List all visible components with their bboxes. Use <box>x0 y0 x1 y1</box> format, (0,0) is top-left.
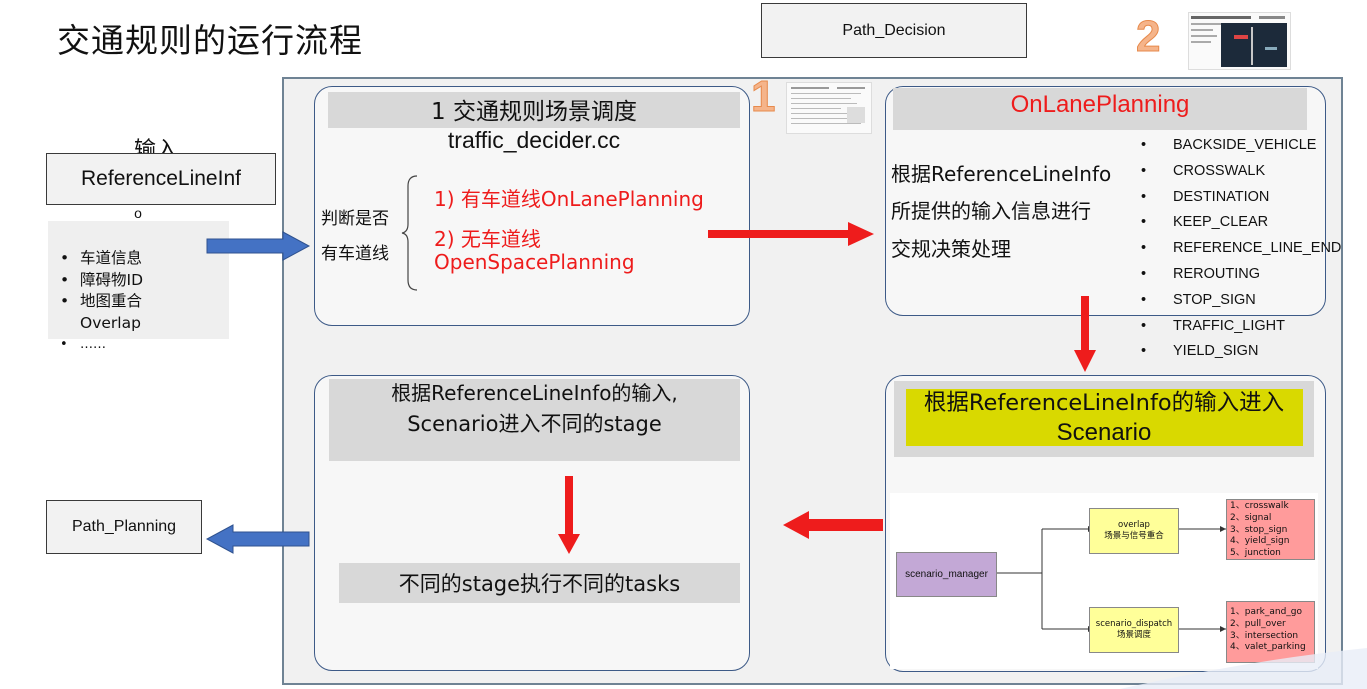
reference-line-box: ReferenceLineInf <box>46 153 276 205</box>
overlap-node: overlap 场景与信号重合 <box>1089 508 1179 554</box>
overlap-scenario-item: 5、junction <box>1230 548 1281 559</box>
thumbnail-2-image <box>1191 16 1287 67</box>
overlap-label-1: overlap <box>1118 520 1150 530</box>
brace-icon <box>401 175 418 291</box>
input-item: 车道信息 <box>56 248 216 270</box>
path-planning-label: Path_Planning <box>71 518 177 535</box>
input-item: 障碍物ID <box>56 270 216 292</box>
output-arrow <box>205 524 310 554</box>
onlane-desc-2: 所提供的输入信息进行 <box>891 199 1091 223</box>
reference-line-label-1: ReferenceLineInf <box>81 167 241 190</box>
input-item: …… <box>56 334 216 356</box>
traffic-rule-item: KEEP_CLEAR <box>1137 210 1367 236</box>
traffic-rule-item: BACKSIDE_VEHICLE <box>1137 133 1367 159</box>
overlap-scenario-item: 1、crosswalk <box>1230 501 1289 511</box>
onlane-desc-1: 根据ReferenceLineInfo <box>891 162 1112 186</box>
traffic-rule-item: YIELD_SIGN <box>1137 339 1367 365</box>
marker-1: 1 <box>750 72 776 122</box>
traffic-rule-item: REROUTING <box>1137 262 1367 288</box>
corner-decoration <box>1120 648 1367 689</box>
arrow-to-stage <box>783 511 883 539</box>
overlap-scenario-item: 3、stop_sign <box>1230 524 1288 535</box>
onlane-desc-3: 交规决策处理 <box>891 237 1011 261</box>
input-item: 地图重合 Overlap <box>56 291 190 334</box>
overlap-label-2: 场景与信号重合 <box>1104 531 1164 541</box>
traffic-rule-item: TRAFFIC_LIGHT <box>1137 314 1367 340</box>
traffic-rule-item: CROSSWALK <box>1137 159 1367 185</box>
judge-label-1: 判断是否 <box>321 209 389 229</box>
input-item-list: 车道信息 障碍物ID 地图重合 Overlap …… <box>56 248 216 356</box>
scenario-title-2: Scenario <box>1056 419 1152 446</box>
traffic-rule-item: REFERENCE_LINE_END <box>1137 236 1367 262</box>
path-planning-box: Path_Planning <box>46 500 202 554</box>
overlap-scenario-item: 2、signal <box>1230 512 1272 523</box>
scenario-title-1: 根据ReferenceLineInfo的输入进入 <box>923 390 1285 416</box>
arrow-to-onlane <box>708 222 874 246</box>
judge-label-2: 有车道线 <box>321 244 389 264</box>
overlap-scenario-list: 1、crosswalk 2、signal 3、stop_sign 4、yield… <box>1226 499 1315 560</box>
input-arrow <box>206 231 311 261</box>
reference-line-label-2: o <box>134 205 142 221</box>
dispatch-scenario-item: 2、pull_over <box>1230 618 1286 629</box>
option-no-lane-1: 2) 无车道线 <box>434 227 541 251</box>
onlane-planning-title: OnLanePlanning <box>1010 91 1190 118</box>
arrow-to-tasks <box>558 476 580 554</box>
traffic-rule-list: BACKSIDE_VEHICLE CROSSWALK DESTINATION K… <box>1137 133 1367 365</box>
arrow-to-scenario <box>1074 296 1096 372</box>
marker-2: 2 <box>1135 12 1161 62</box>
thumbnail-1-image <box>791 87 865 124</box>
tasks-label: 不同的stage执行不同的tasks <box>398 572 681 596</box>
dispatch-label-1: scenario_dispatch <box>1095 619 1173 629</box>
stage-title-2: Scenario进入不同的stage <box>407 412 662 436</box>
dispatch-scenario-item: 1、park_and_go <box>1230 607 1303 617</box>
scenario-manager-node: scenario_manager <box>896 552 997 597</box>
traffic-decider-file: traffic_decider.cc <box>447 127 621 153</box>
stage-title-1: 根据ReferenceLineInfo的输入, <box>391 381 678 405</box>
traffic-decider-title: 1 交通规则场景调度 <box>431 99 637 125</box>
option-no-lane-2: OpenSpacePlanning <box>434 250 635 274</box>
option-lane-planning: 1) 有车道线OnLanePlanning <box>434 187 704 211</box>
scenario-manager-label: scenario_manager <box>905 569 988 580</box>
overlap-scenario-item: 4、yield_sign <box>1230 536 1290 547</box>
traffic-rule-item: DESTINATION <box>1137 185 1367 211</box>
path-decision-label: Path_Decision <box>842 21 946 39</box>
path-decision-box: Path_Decision <box>761 3 1027 58</box>
traffic-rule-item: STOP_SIGN <box>1137 288 1367 314</box>
thumbnail-1 <box>786 82 872 134</box>
page-title: 交通规则的运行流程 <box>57 21 363 60</box>
thumbnail-2 <box>1188 12 1291 70</box>
